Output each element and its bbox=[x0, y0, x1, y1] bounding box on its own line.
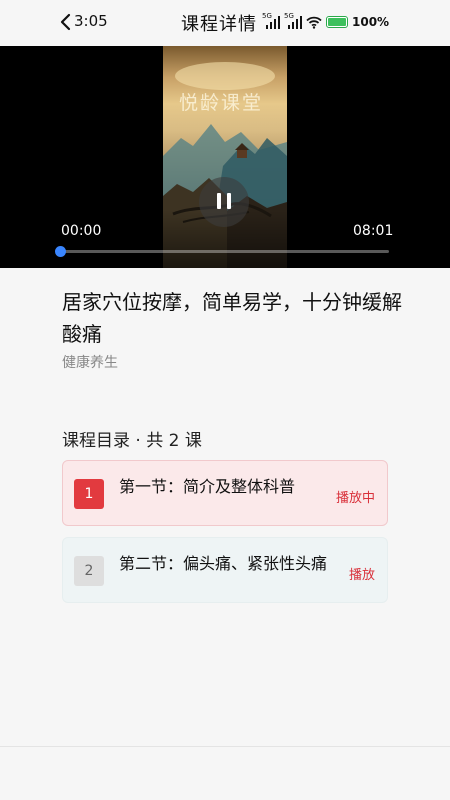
pause-icon[interactable] bbox=[199, 177, 249, 227]
lesson-status[interactable]: 播放 bbox=[349, 564, 375, 583]
lesson-item-2[interactable]: 2 第二节：偏头痛、紧张性头痛 播放 bbox=[62, 537, 388, 603]
lesson-number: 2 bbox=[74, 556, 104, 586]
current-time: 00:00 bbox=[61, 223, 102, 239]
lesson-status: 播放中 bbox=[335, 491, 375, 506]
total-time: 08:01 bbox=[353, 223, 394, 239]
battery-percent: 100% bbox=[352, 15, 390, 29]
lesson-item-1[interactable]: 1 第一节：简介及整体科普 播放中 bbox=[62, 460, 388, 526]
progress-handle[interactable] bbox=[55, 246, 66, 257]
poster-caption: 悦龄课堂 bbox=[179, 92, 264, 114]
chevron-left-icon[interactable] bbox=[58, 13, 72, 31]
signal-label: 5G bbox=[284, 12, 294, 20]
video-player[interactable]: 悦龄课堂 00:00 08:01 bbox=[0, 46, 450, 268]
page-title: 课程详情 bbox=[181, 14, 257, 35]
divider bbox=[0, 746, 450, 747]
lesson-title: 第一节：简介及整体科普 bbox=[119, 477, 296, 496]
signal-icon: 5G bbox=[284, 12, 302, 29]
lesson-title: 第二节：偏头痛、紧张性头痛 bbox=[119, 554, 328, 573]
status-indicators: 5G 5G 100% bbox=[262, 12, 389, 32]
course-title: 居家穴位按摩，简单易学，十分钟缓解酸痛 bbox=[62, 290, 402, 346]
signal-icon: 5G bbox=[262, 12, 280, 29]
wifi-icon bbox=[306, 16, 322, 29]
lesson-number: 1 bbox=[74, 479, 104, 509]
signal-label: 5G bbox=[262, 12, 272, 20]
course-category: 健康养生 bbox=[62, 355, 118, 371]
battery-icon bbox=[326, 16, 348, 28]
header-bar: 3:05 课程详情 5G 5G 100% bbox=[0, 0, 450, 46]
status-time: 3:05 bbox=[74, 12, 108, 30]
catalog-heading: 课程目录 · 共 2 课 bbox=[62, 431, 202, 451]
progress-bar[interactable] bbox=[61, 250, 389, 253]
